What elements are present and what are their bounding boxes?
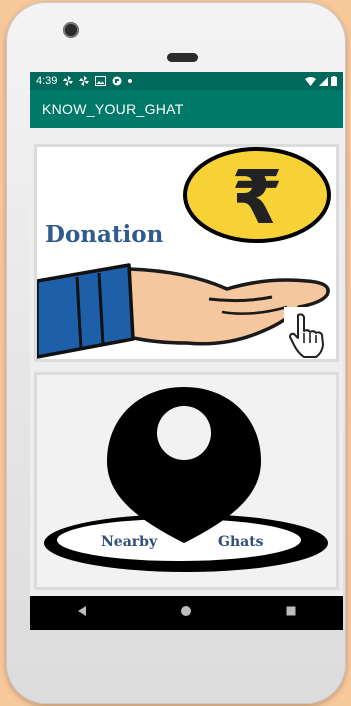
back-icon[interactable] <box>76 604 88 622</box>
front-camera <box>63 22 79 38</box>
notification-pinwheel-icon <box>63 76 74 86</box>
nearby-ghats-card[interactable]: Nearby Ghats <box>34 372 339 590</box>
navigation-bar <box>30 596 343 630</box>
wifi-icon <box>305 76 316 86</box>
recents-icon[interactable] <box>285 604 297 622</box>
device-screen: 4:39 KNOW_YOUR_GHAT ₹ Donation Nearby Gh… <box>30 72 343 630</box>
sync-icon <box>112 76 122 86</box>
ghats-label: Ghats <box>218 534 264 550</box>
dot-icon <box>128 79 133 83</box>
nearby-label: Nearby <box>101 534 158 550</box>
donation-card[interactable]: ₹ Donation <box>34 144 339 362</box>
earpiece-speaker <box>167 53 198 62</box>
nearby-ghats-illustration: Nearby Ghats <box>44 387 328 572</box>
status-bar: 4:39 <box>30 72 343 90</box>
notification-pinwheel-icon <box>79 76 90 86</box>
donation-illustration: ₹ Donation <box>37 147 332 359</box>
signal-icon <box>319 76 328 86</box>
rupee-coin-icon: ₹ <box>183 147 331 243</box>
phone-frame: 4:39 KNOW_YOUR_GHAT ₹ Donation Nearby Gh… <box>6 2 346 704</box>
app-title: KNOW_YOUR_GHAT <box>42 101 184 117</box>
battery-icon <box>331 76 337 86</box>
home-icon[interactable] <box>180 604 192 622</box>
photo-icon <box>95 76 107 86</box>
app-bar: KNOW_YOUR_GHAT <box>30 90 343 128</box>
main-content: ₹ Donation Nearby Ghats <box>30 128 343 596</box>
status-time: 4:39 <box>36 75 58 87</box>
donation-label: Donation <box>45 221 164 248</box>
hand-pointer-icon <box>284 307 332 358</box>
rupee-symbol: ₹ <box>231 155 283 241</box>
